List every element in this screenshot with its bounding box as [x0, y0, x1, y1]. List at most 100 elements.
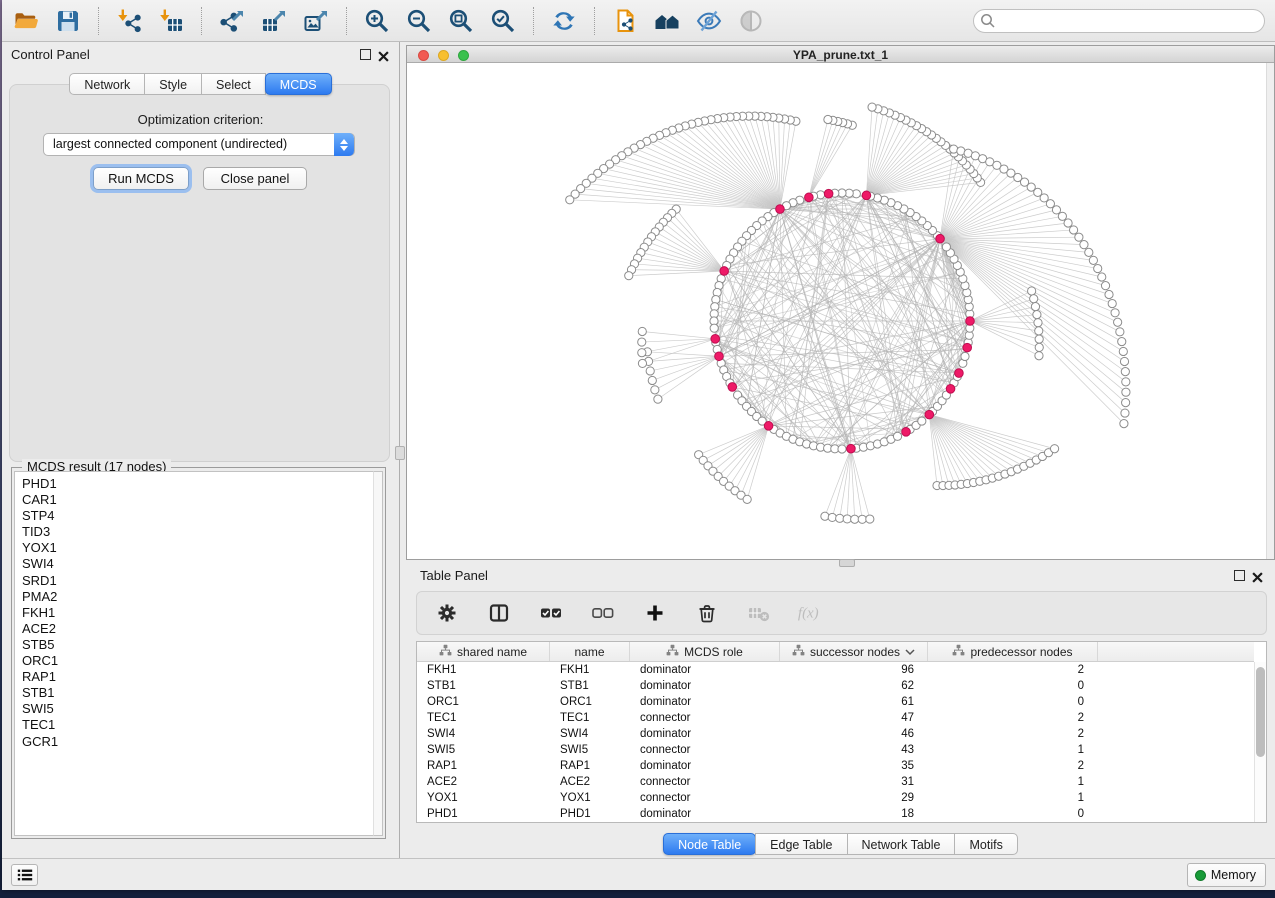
- mcds-result-item[interactable]: CAR1: [22, 492, 382, 508]
- table-row[interactable]: SWI5SWI5connector431: [417, 742, 1254, 758]
- table-row[interactable]: SWI4SWI4dominator462: [417, 726, 1254, 742]
- tab-network-table[interactable]: Network Table: [847, 833, 956, 855]
- close-panel-button[interactable]: Close panel: [203, 167, 307, 190]
- toolbar-separator: [533, 7, 534, 35]
- tab-network[interactable]: Network: [69, 73, 145, 95]
- network-titlebar: YPA_prune.txt_1: [407, 46, 1274, 63]
- table-cell: 61: [780, 694, 928, 710]
- export-table-icon[interactable]: [260, 7, 288, 35]
- apply-layout-icon[interactable]: [550, 7, 578, 35]
- column-header-name[interactable]: name: [550, 642, 630, 661]
- mcds-result-item[interactable]: SWI5: [22, 701, 382, 717]
- mcds-result-item[interactable]: PHD1: [22, 476, 382, 492]
- column-header-successor-nodes[interactable]: successor nodes: [780, 642, 928, 661]
- mcds-result-item[interactable]: STP4: [22, 508, 382, 524]
- mcds-result-item[interactable]: STB1: [22, 685, 382, 701]
- table-row[interactable]: STB1STB1dominator620: [417, 678, 1254, 694]
- table-cell: FKH1: [550, 662, 630, 678]
- deselect-all-icon[interactable]: [589, 599, 617, 627]
- mcds-result-item[interactable]: PMA2: [22, 589, 382, 605]
- import-network-icon[interactable]: [115, 7, 143, 35]
- mcds-list-scrollbar[interactable]: [373, 471, 383, 836]
- table-cell: SWI5: [417, 742, 550, 758]
- network-canvas[interactable]: [407, 63, 1274, 559]
- search-input[interactable]: [973, 9, 1265, 33]
- table-row[interactable]: ACE2ACE2connector311: [417, 774, 1254, 790]
- delete-table-icon: [745, 599, 773, 627]
- control-panel-tabs: NetworkStyleSelectMCDS: [2, 73, 399, 95]
- import-table-icon[interactable]: [157, 7, 185, 35]
- float-window-icon[interactable]: [360, 49, 371, 60]
- table-row[interactable]: PHD1PHD1dominator180: [417, 806, 1254, 822]
- first-neighbors-icon[interactable]: [653, 7, 681, 35]
- tab-style[interactable]: Style: [144, 73, 202, 95]
- zoom-selected-icon[interactable]: [489, 7, 517, 35]
- table-row[interactable]: FKH1FKH1dominator962: [417, 662, 1254, 678]
- gear-icon[interactable]: [433, 599, 461, 627]
- open-session-icon[interactable]: [12, 7, 40, 35]
- mcds-result-item[interactable]: RAP1: [22, 669, 382, 685]
- table-scrollbar-track[interactable]: [1254, 662, 1266, 822]
- mcds-result-item[interactable]: ORC1: [22, 653, 382, 669]
- mcds-result-item[interactable]: ACE2: [22, 621, 382, 637]
- sort-chevron-icon: [905, 645, 915, 659]
- vertical-splitter-handle[interactable]: [395, 446, 405, 460]
- new-network-from-selection-icon[interactable]: [611, 7, 639, 35]
- application-window: Control Panel NetworkStyleSelectMCDS Opt…: [2, 0, 1275, 890]
- mcds-result-item[interactable]: TEC1: [22, 717, 382, 733]
- zoom-fit-icon[interactable]: [447, 7, 475, 35]
- task-history-button[interactable]: [11, 864, 38, 886]
- mcds-result-item[interactable]: YOX1: [22, 540, 382, 556]
- table-scrollbar-thumb[interactable]: [1256, 667, 1265, 757]
- memory-button[interactable]: Memory: [1187, 863, 1266, 887]
- close-panel-icon[interactable]: [1252, 570, 1263, 581]
- mcds-result-item[interactable]: TID3: [22, 524, 382, 540]
- table-cell: ORC1: [417, 694, 550, 710]
- table-cell: SWI4: [417, 726, 550, 742]
- column-label: shared name: [457, 645, 527, 659]
- table-row[interactable]: TEC1TEC1connector472: [417, 710, 1254, 726]
- split-view-icon[interactable]: [485, 599, 513, 627]
- table-cell: connector: [630, 742, 780, 758]
- tab-mcds[interactable]: MCDS: [265, 73, 332, 95]
- table-cell: 2: [928, 758, 1098, 774]
- close-panel-icon[interactable]: [378, 49, 389, 60]
- optimization-criterion-select[interactable]: largest connected component (undirected): [43, 133, 355, 156]
- column-header-shared-name[interactable]: shared name: [417, 642, 550, 661]
- horizontal-splitter-handle[interactable]: [839, 559, 855, 567]
- mcds-result-item[interactable]: STB5: [22, 637, 382, 653]
- tab-motifs[interactable]: Motifs: [954, 833, 1017, 855]
- zoom-in-icon[interactable]: [363, 7, 391, 35]
- select-all-icon[interactable]: [537, 599, 565, 627]
- column-type-icon: [952, 644, 965, 660]
- tab-node-table[interactable]: Node Table: [663, 833, 756, 855]
- column-type-icon: [666, 644, 679, 660]
- column-header-predecessor-nodes[interactable]: predecessor nodes: [928, 642, 1098, 661]
- add-icon[interactable]: [641, 599, 669, 627]
- column-header-MCDS-role[interactable]: MCDS role: [630, 642, 780, 661]
- table-cell: 2: [928, 726, 1098, 742]
- mcds-result-item[interactable]: SWI4: [22, 556, 382, 572]
- trash-icon[interactable]: [693, 599, 721, 627]
- tab-select[interactable]: Select: [201, 73, 266, 95]
- control-panel: Control Panel NetworkStyleSelectMCDS Opt…: [2, 42, 400, 858]
- mcds-result-item[interactable]: SRD1: [22, 573, 382, 589]
- save-session-icon[interactable]: [54, 7, 82, 35]
- export-network-icon[interactable]: [218, 7, 246, 35]
- zoom-out-icon[interactable]: [405, 7, 433, 35]
- mcds-result-item[interactable]: GCR1: [22, 734, 382, 750]
- network-scrollbar[interactable]: [1266, 63, 1274, 559]
- table-row[interactable]: YOX1YOX1connector291: [417, 790, 1254, 806]
- table-cell: STB1: [550, 678, 630, 694]
- mcds-result-item[interactable]: FKH1: [22, 605, 382, 621]
- table-row[interactable]: ORC1ORC1dominator610: [417, 694, 1254, 710]
- control-panel-title: Control Panel: [11, 47, 90, 62]
- export-image-icon[interactable]: [302, 7, 330, 35]
- tab-edge-table[interactable]: Edge Table: [755, 833, 847, 855]
- hide-selection-icon[interactable]: [695, 7, 723, 35]
- column-type-icon: [792, 644, 805, 660]
- float-window-icon[interactable]: [1234, 570, 1245, 581]
- optimization-criterion-label: Optimization criterion:: [2, 112, 399, 127]
- table-row[interactable]: RAP1RAP1dominator352: [417, 758, 1254, 774]
- run-mcds-button[interactable]: Run MCDS: [93, 167, 189, 190]
